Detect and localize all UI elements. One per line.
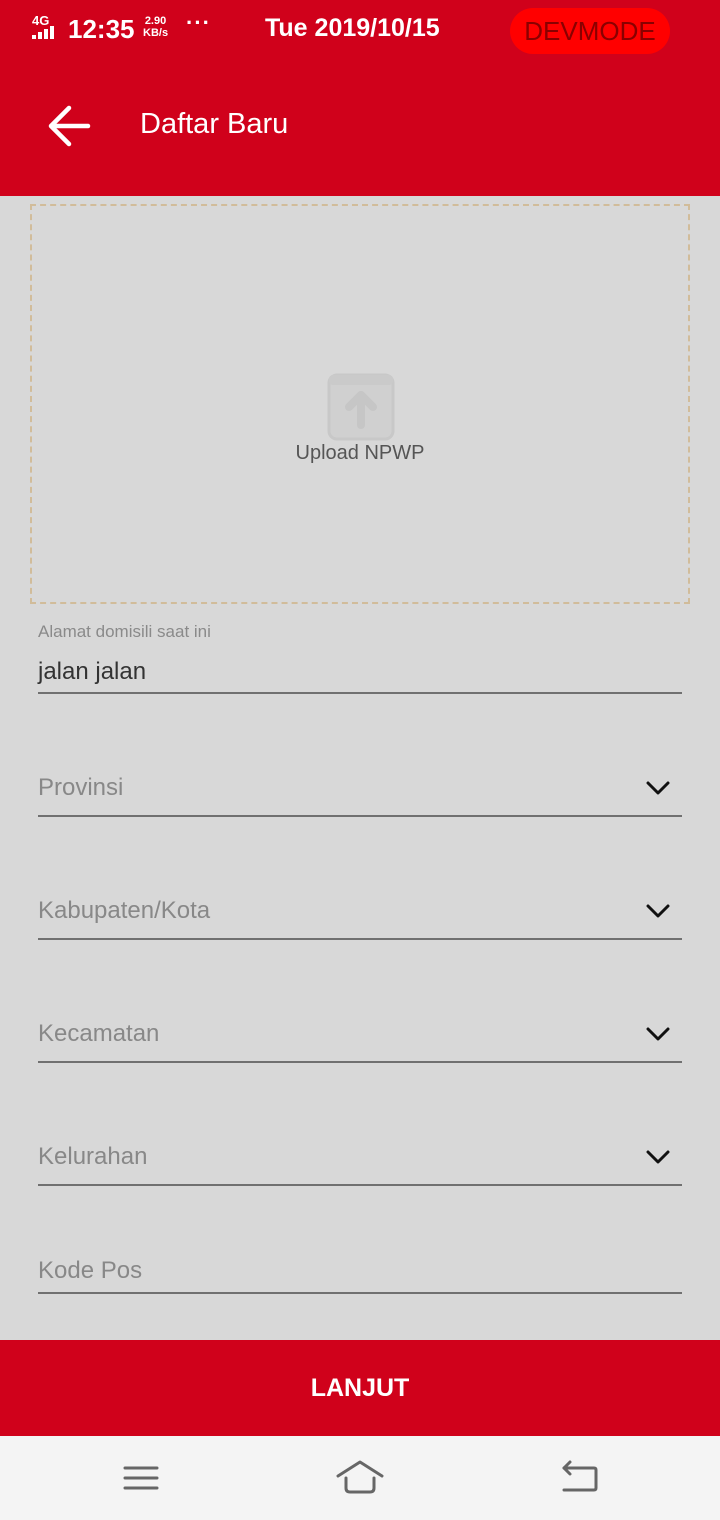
back-icon bbox=[562, 1460, 598, 1492]
network-speed-unit: KB/s bbox=[143, 27, 169, 39]
app-header: 4G 12:35 2.90 KB/s ··· Tue 2019/10/15 DE… bbox=[0, 0, 720, 196]
upload-icon bbox=[327, 373, 395, 441]
city-placeholder: Kabupaten/Kota bbox=[38, 897, 211, 924]
page-title: Daftar Baru bbox=[140, 108, 289, 140]
province-placeholder: Provinsi bbox=[38, 774, 124, 801]
nav-home-button[interactable] bbox=[330, 1456, 390, 1500]
next-button[interactable]: LANJUT bbox=[0, 1340, 720, 1436]
province-select[interactable]: Provinsi bbox=[38, 760, 682, 817]
nav-back-button[interactable] bbox=[548, 1456, 608, 1500]
devmode-badge: DEVMODE bbox=[510, 8, 670, 54]
subdistrict-placeholder: Kelurahan bbox=[38, 1143, 148, 1170]
upload-npwp-area[interactable]: Upload NPWP bbox=[30, 204, 690, 604]
chevron-down-icon bbox=[646, 904, 670, 918]
nav-menu-button[interactable] bbox=[111, 1456, 171, 1500]
chevron-down-icon bbox=[646, 1150, 670, 1164]
chevron-down-icon bbox=[646, 1027, 670, 1041]
city-select[interactable]: Kabupaten/Kota bbox=[38, 883, 682, 940]
status-bar: 4G 12:35 2.90 KB/s ··· Tue 2019/10/15 DE… bbox=[0, 0, 720, 58]
network-speed: 2.90 KB/s bbox=[143, 15, 168, 39]
address-label: Alamat domisili saat ini bbox=[38, 622, 211, 641]
back-button[interactable] bbox=[44, 101, 96, 151]
clock: 12:35 bbox=[68, 14, 135, 44]
chevron-down-icon bbox=[646, 781, 670, 795]
home-icon bbox=[336, 1460, 384, 1494]
subdistrict-select[interactable]: Kelurahan bbox=[38, 1129, 682, 1186]
menu-icon bbox=[123, 1466, 159, 1490]
arrow-left-icon bbox=[48, 105, 91, 147]
district-select[interactable]: Kecamatan bbox=[38, 1006, 682, 1063]
address-value: jalan jalan bbox=[38, 658, 147, 685]
upload-label: Upload NPWP bbox=[295, 442, 425, 464]
district-placeholder: Kecamatan bbox=[38, 1020, 160, 1047]
address-field[interactable]: Alamat domisili saat ini jalan jalan bbox=[38, 618, 682, 694]
postal-code-placeholder: Kode Pos bbox=[38, 1257, 143, 1284]
status-date: Tue 2019/10/15 bbox=[265, 14, 440, 42]
postal-code-input[interactable]: Kode Pos bbox=[38, 1250, 682, 1294]
system-nav-bar bbox=[0, 1436, 720, 1520]
more-notifications: ··· bbox=[186, 10, 211, 35]
network-speed-value: 2.90 bbox=[144, 15, 167, 27]
signal-icon bbox=[32, 26, 60, 39]
